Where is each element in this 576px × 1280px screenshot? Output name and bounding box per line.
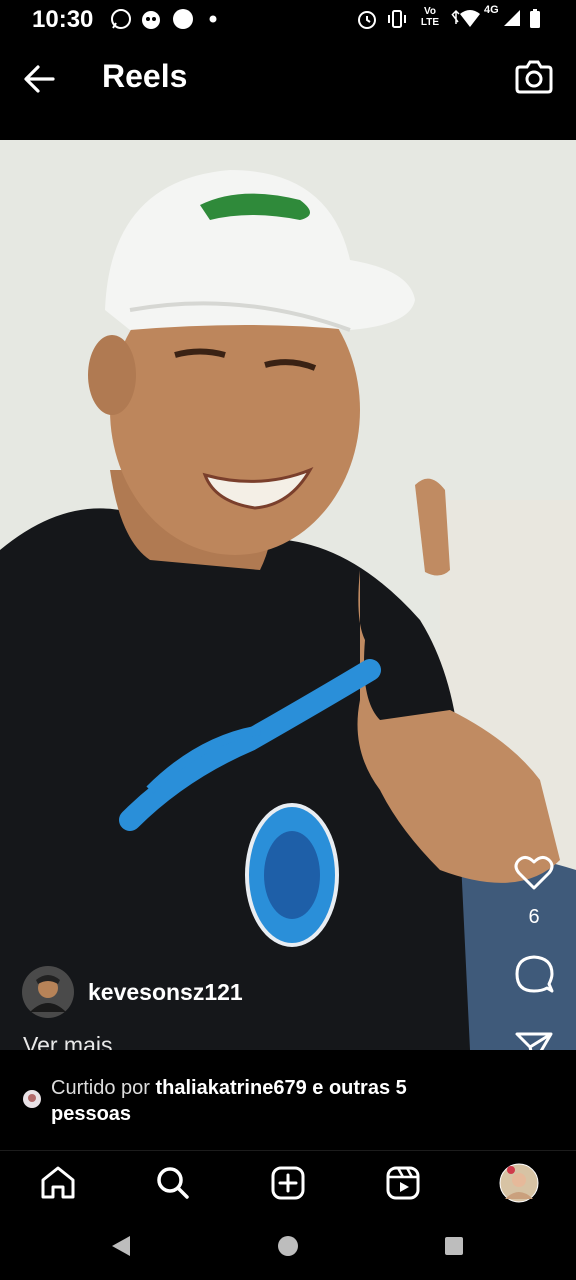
- whatsapp-icon: [111, 9, 131, 29]
- more-notifications-dot-icon: [209, 15, 217, 23]
- vibrate-icon: [388, 10, 406, 28]
- system-back-icon[interactable]: [110, 1234, 132, 1258]
- system-recents-icon[interactable]: [444, 1236, 464, 1256]
- reel-video[interactable]: [0, 140, 576, 1050]
- comment-icon[interactable]: [514, 954, 554, 994]
- liked-by-text: Curtido por thaliakatrine679 e outras 5 …: [51, 1075, 471, 1127]
- reels-icon[interactable]: [386, 1166, 420, 1200]
- system-home-icon[interactable]: [278, 1236, 298, 1256]
- liker-avatar[interactable]: [23, 1090, 41, 1108]
- heart-icon[interactable]: [514, 854, 554, 892]
- wifi-data-icon: [451, 9, 480, 27]
- liked-by-user[interactable]: thaliakatrine679: [156, 1077, 307, 1099]
- reels-header: [0, 40, 576, 140]
- battery-icon: [530, 9, 540, 28]
- author-avatar[interactable]: [22, 966, 74, 1018]
- page-title: Reels: [102, 58, 188, 94]
- home-icon[interactable]: [40, 1166, 76, 1200]
- app-notification-icon: [142, 11, 160, 29]
- status-bar: 10:30 Vo LTE 4G: [0, 0, 576, 40]
- like-count[interactable]: 6: [510, 906, 558, 929]
- author-username[interactable]: kevesonsz121: [88, 979, 243, 1006]
- search-icon[interactable]: [156, 1166, 190, 1200]
- create-icon[interactable]: [271, 1166, 305, 1200]
- profile-avatar[interactable]: [499, 1163, 539, 1203]
- signal-icon: [504, 10, 520, 26]
- back-arrow-icon[interactable]: [22, 62, 56, 96]
- camera-icon[interactable]: [514, 58, 554, 96]
- circle-notification-icon: [173, 9, 193, 29]
- liked-by-prefix: Curtido por: [51, 1077, 150, 1099]
- reel-video-frame: [0, 140, 576, 1050]
- volte-label: Vo LTE: [420, 6, 440, 28]
- alarm-icon: [358, 11, 376, 29]
- network-type-label: 4G: [484, 4, 499, 16]
- status-time: 10:30: [32, 6, 94, 33]
